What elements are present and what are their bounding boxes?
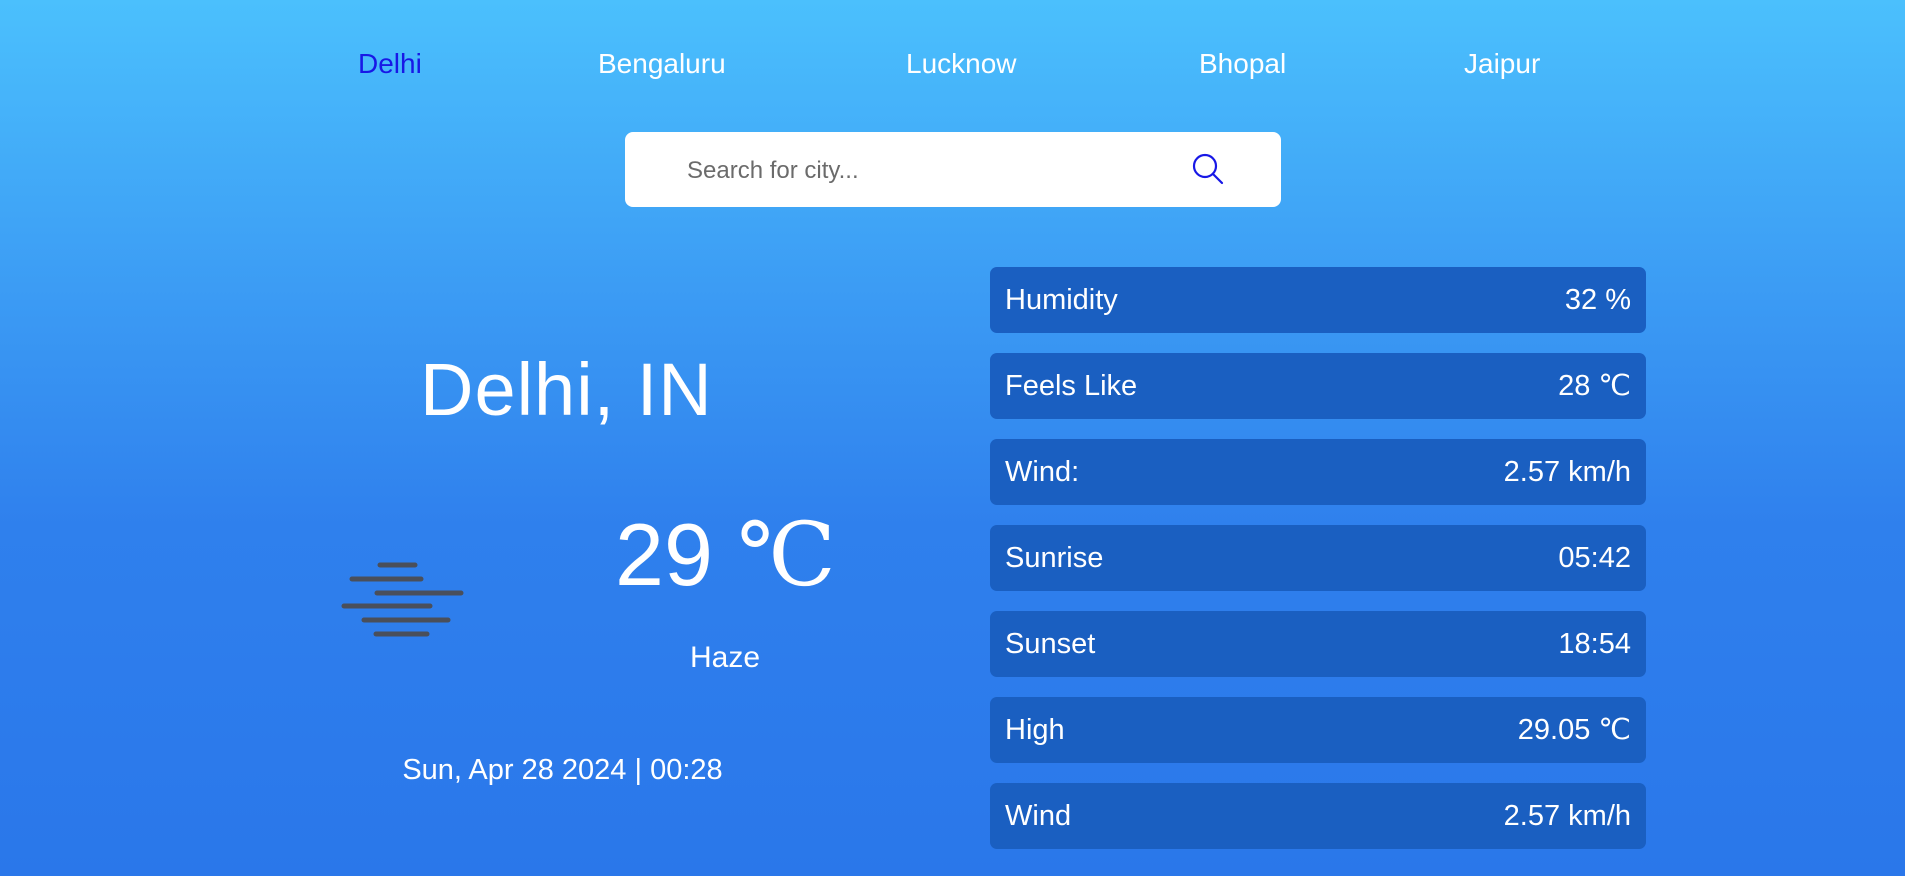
stat-sunset: Sunset 18:54 (990, 611, 1646, 677)
city-nav: Delhi Bengaluru Lucknow Bhopal Jaipur (0, 44, 1905, 84)
stat-wind: Wind: 2.57 km/h (990, 439, 1646, 505)
stat-sunrise: Sunrise 05:42 (990, 525, 1646, 591)
stat-label: Wind: (1005, 456, 1080, 488)
nav-city-lucknow[interactable]: Lucknow (906, 44, 1017, 84)
stat-value: 29.05 ℃ (1517, 714, 1631, 746)
nav-city-bhopal[interactable]: Bhopal (1199, 44, 1286, 84)
stat-label: Feels Like (1005, 370, 1138, 402)
stat-high: High 29.05 ℃ (990, 697, 1646, 763)
stat-humidity: Humidity 32 % (990, 267, 1646, 333)
search-icon[interactable] (1191, 152, 1225, 186)
stat-label: Humidity (1005, 284, 1118, 316)
search-input[interactable] (685, 150, 1169, 192)
stat-value: 2.57 km/h (1503, 800, 1631, 832)
temperature-unit: ℃ (737, 503, 836, 606)
weather-condition: Haze (689, 641, 761, 674)
stat-value: 28 ℃ (1558, 370, 1631, 402)
temperature-value: 29 (615, 505, 713, 604)
nav-city-bengaluru[interactable]: Bengaluru (598, 44, 726, 84)
temperature-display: 29 ℃ (615, 505, 836, 605)
search-bar (625, 132, 1281, 207)
nav-city-jaipur[interactable]: Jaipur (1464, 44, 1540, 84)
local-datetime: Sun, Apr 28 2024 | 00:28 (402, 754, 723, 786)
haze-icon (340, 560, 468, 642)
stat-feels-like: Feels Like 28 ℃ (990, 353, 1646, 419)
stat-wind-speed: Wind 2.57 km/h (990, 783, 1646, 849)
stat-value: 18:54 (1558, 628, 1631, 660)
nav-city-delhi[interactable]: Delhi (358, 44, 422, 84)
stat-label: Sunrise (1005, 542, 1104, 574)
stat-label: Wind (1005, 800, 1072, 832)
stat-value: 2.57 km/h (1503, 456, 1631, 488)
stat-value: 32 % (1564, 284, 1631, 316)
stat-label: Sunset (1005, 628, 1096, 660)
stat-label: High (1005, 714, 1065, 746)
weather-details: Humidity 32 % Feels Like 28 ℃ Wind: 2.57… (990, 267, 1646, 869)
city-title: Delhi, IN (420, 348, 713, 431)
stat-value: 05:42 (1558, 542, 1631, 574)
